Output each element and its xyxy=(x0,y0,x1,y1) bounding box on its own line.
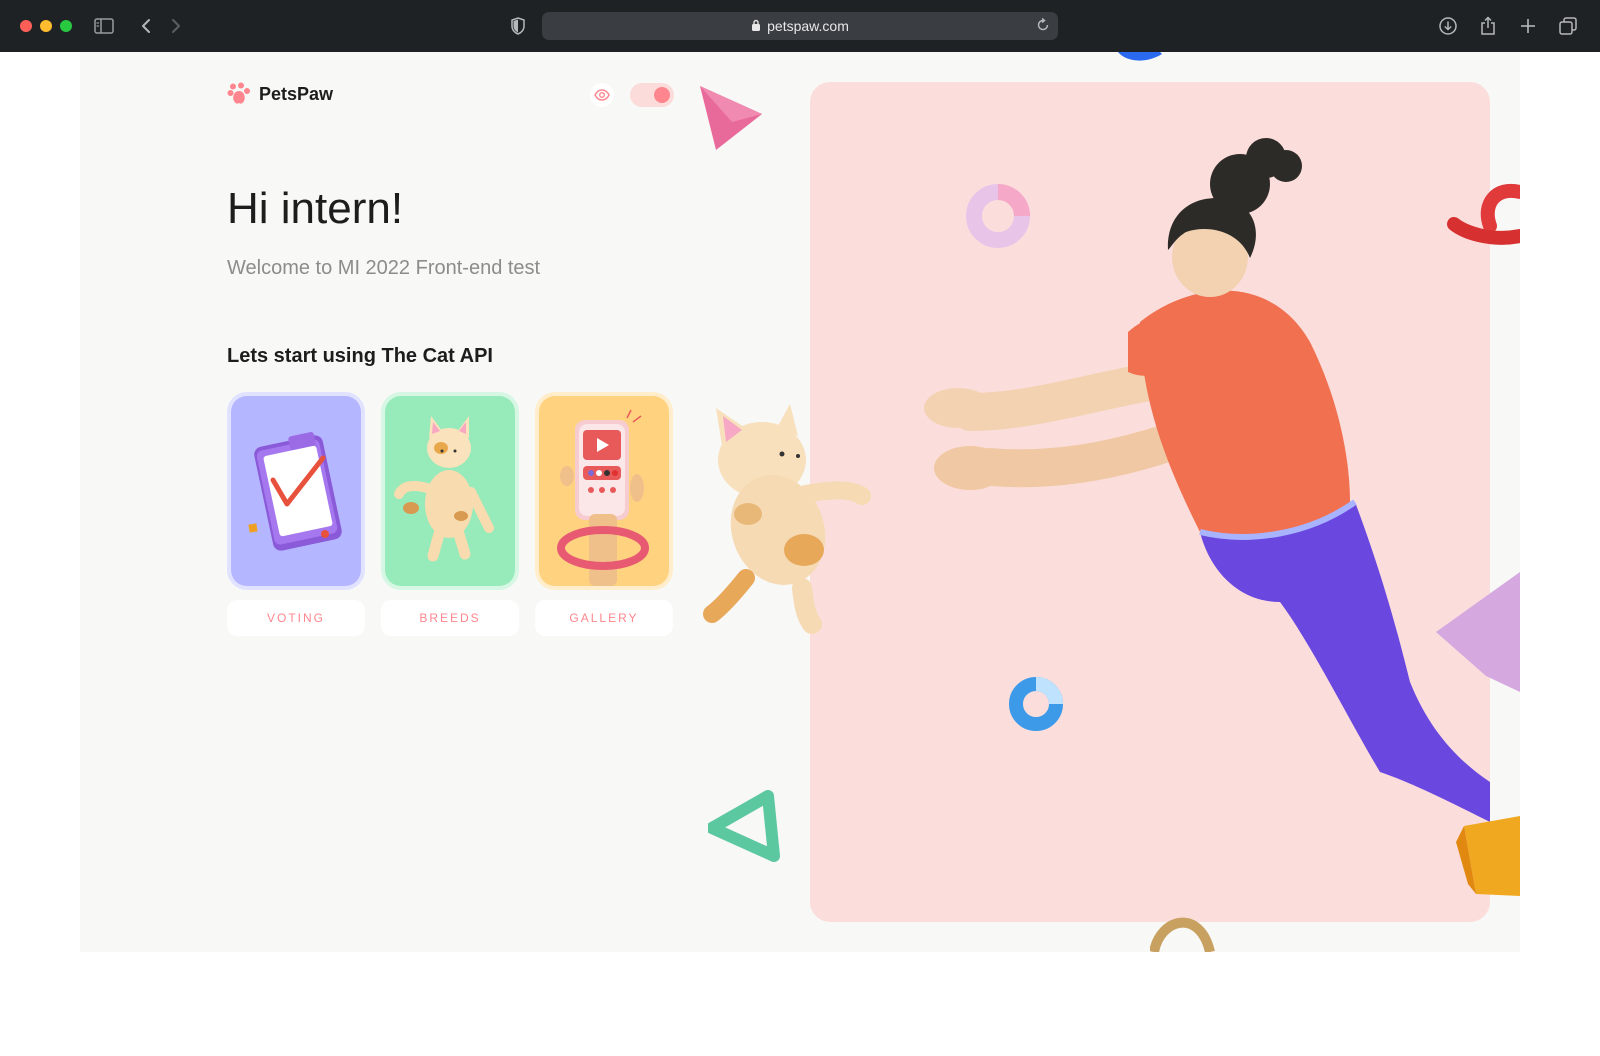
section-heading: Lets start using The Cat API xyxy=(227,345,493,367)
download-icon[interactable] xyxy=(1436,14,1460,38)
sidebar-icon[interactable] xyxy=(92,14,116,38)
browser-toolbar: petspaw.com xyxy=(0,0,1600,52)
gallery-button[interactable]: GALLERY xyxy=(535,600,673,636)
back-icon[interactable] xyxy=(134,14,158,38)
new-tab-icon[interactable] xyxy=(1516,14,1540,38)
floating-cat-illustration xyxy=(703,404,871,634)
page-content: PetsPaw Hi intern! Welcome to MI 2022 Fr… xyxy=(80,52,1520,952)
zoom-window-button[interactable] xyxy=(60,20,72,32)
cat-illustration xyxy=(394,416,494,562)
green-triangle-icon xyxy=(708,790,780,862)
forward-icon[interactable] xyxy=(164,14,188,38)
welcome-subtitle: Welcome to MI 2022 Front-end test xyxy=(227,257,541,279)
breeds-button[interactable]: BREEDS xyxy=(381,600,519,636)
minimize-window-button[interactable] xyxy=(40,20,52,32)
address-bar[interactable]: petspaw.com xyxy=(542,12,1058,40)
toggle-knob xyxy=(654,87,670,103)
theme-eye-button[interactable] xyxy=(590,83,614,107)
red-ring-icon xyxy=(1447,183,1520,245)
logo-text: PetsPaw xyxy=(259,83,334,104)
tabs-overview-icon[interactable] xyxy=(1556,14,1580,38)
reload-icon[interactable] xyxy=(1036,17,1050,35)
shield-icon[interactable] xyxy=(506,14,530,38)
gallery-card[interactable] xyxy=(535,392,673,590)
lock-icon xyxy=(751,18,761,34)
page-title: Hi intern! xyxy=(227,184,404,233)
orange-cube-icon xyxy=(1456,816,1520,896)
gold-ring-icon xyxy=(1150,917,1215,952)
clipboard-illustration xyxy=(248,432,342,551)
hero-panel xyxy=(810,82,1490,922)
breeds-card[interactable] xyxy=(381,392,519,590)
eye-icon xyxy=(594,89,610,101)
share-icon[interactable] xyxy=(1476,14,1500,38)
logo[interactable]: PetsPaw xyxy=(227,82,333,106)
close-window-button[interactable] xyxy=(20,20,32,32)
voting-button[interactable]: VOTING xyxy=(227,600,365,636)
voting-card[interactable] xyxy=(227,392,365,590)
hero-illustration xyxy=(924,138,1490,822)
lavender-shape-icon xyxy=(1436,572,1520,692)
url-text: petspaw.com xyxy=(767,18,849,34)
theme-toggle[interactable] xyxy=(630,83,674,107)
pink-triangle-icon xyxy=(700,86,762,150)
blue-shape-icon xyxy=(1118,52,1162,61)
paw-logo-icon xyxy=(227,82,250,104)
phone-gallery-illustration xyxy=(557,409,649,586)
